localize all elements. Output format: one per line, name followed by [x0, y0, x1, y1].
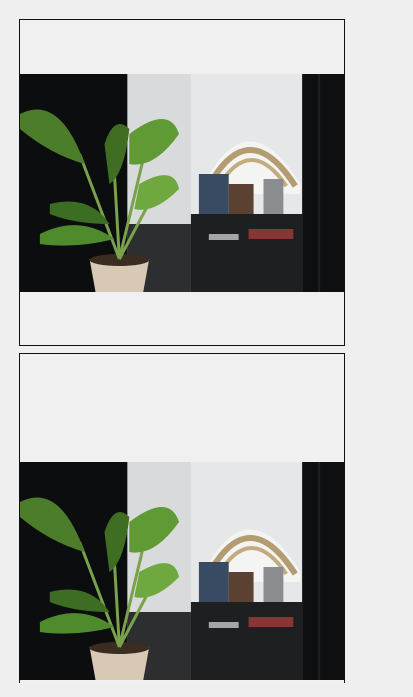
store-interior-photo: [20, 74, 344, 292]
image-card-1: [19, 19, 345, 346]
store-interior-photo: [20, 462, 344, 680]
image-card-2: [19, 353, 345, 683]
